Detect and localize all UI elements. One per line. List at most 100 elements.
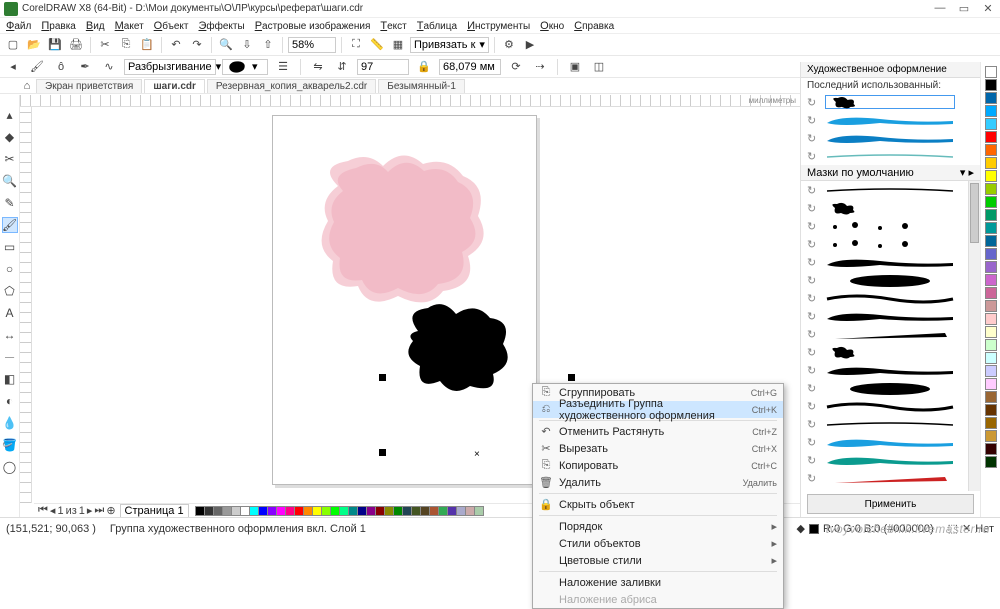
ctx-item[interactable]: Наложение заливки: [533, 574, 783, 591]
ctx-item[interactable]: 🗑УдалитьУдалить: [533, 474, 783, 491]
brush-icon[interactable]: 🖌: [28, 58, 46, 76]
spray-icon[interactable]: ô: [52, 58, 70, 76]
color-swatch[interactable]: [474, 506, 484, 516]
rotate-icon[interactable]: ⟳: [507, 58, 525, 76]
color-swatch[interactable]: [985, 274, 997, 286]
ctx-item[interactable]: Стили объектов▸: [533, 535, 783, 552]
ctx-item[interactable]: ⎌Разъединить Группа художественного офор…: [533, 401, 783, 418]
wrap-icon[interactable]: ▣: [566, 58, 584, 76]
options-icon[interactable]: ⚙: [500, 36, 518, 54]
brush-row[interactable]: ↻: [801, 415, 980, 433]
brush-row[interactable]: ↻: [801, 181, 980, 199]
undo-icon[interactable]: ↶: [167, 36, 185, 54]
shape-tool[interactable]: ◆: [2, 129, 18, 145]
brush-row[interactable]: ↻: [801, 217, 980, 235]
brush-row[interactable]: ↻: [801, 271, 980, 289]
ctx-item[interactable]: ↶Отменить РастянутьCtrl+Z: [533, 423, 783, 440]
brush-preview[interactable]: ▾: [222, 59, 268, 75]
ctx-item[interactable]: ⎘КопироватьCtrl+C: [533, 457, 783, 474]
rectangle-tool[interactable]: ▭: [2, 239, 18, 255]
redo-icon[interactable]: ↷: [188, 36, 206, 54]
brush-row[interactable]: ↻: [801, 199, 980, 217]
ellipse-tool[interactable]: ○: [2, 261, 18, 277]
color-swatch[interactable]: [985, 183, 997, 195]
rulers-icon[interactable]: 📏: [368, 36, 386, 54]
menu-Справка[interactable]: Справка: [574, 20, 614, 32]
import-icon[interactable]: ⇩: [238, 36, 256, 54]
new-icon[interactable]: ▢: [4, 36, 22, 54]
brush-row[interactable]: ↻: [801, 325, 980, 343]
snap-dropdown[interactable]: Привязать к▾: [410, 37, 489, 53]
ctx-item[interactable]: Порядок▸: [533, 518, 783, 535]
brush-row[interactable]: ↻: [801, 253, 980, 271]
doc-tab[interactable]: Безымянный-1: [378, 79, 465, 93]
text-tool[interactable]: A: [2, 305, 18, 321]
color-swatch[interactable]: [985, 261, 997, 273]
maximize-button[interactable]: ▭: [956, 2, 972, 15]
menu-Эффекты[interactable]: Эффекты: [199, 20, 245, 32]
zoom-combo[interactable]: 58%: [288, 37, 336, 53]
ruler-horizontal[interactable]: миллиметры: [20, 95, 800, 107]
ctx-item[interactable]: Цветовые стили▸: [533, 552, 783, 569]
brush-row[interactable]: ↻: [801, 93, 980, 111]
open-icon[interactable]: 📂: [25, 36, 43, 54]
ruler-vertical[interactable]: [20, 107, 32, 503]
color-swatch[interactable]: [985, 92, 997, 104]
transparency-tool[interactable]: ◐: [2, 393, 18, 409]
color-swatch[interactable]: [985, 66, 997, 78]
color-swatch[interactable]: [985, 378, 997, 390]
color-swatch[interactable]: [985, 144, 997, 156]
color-swatch[interactable]: [985, 105, 997, 117]
doc-tab[interactable]: Резервная_копия_акварель2.cdr: [207, 79, 376, 93]
dropshadow-tool[interactable]: ◧: [2, 371, 18, 387]
color-swatch[interactable]: [985, 209, 997, 221]
zoom-tool[interactable]: 🔍: [2, 173, 18, 189]
color-swatch[interactable]: [985, 430, 997, 442]
color-swatch[interactable]: [985, 443, 997, 455]
color-swatch[interactable]: [985, 118, 997, 130]
docker-title[interactable]: Художественное оформление: [801, 62, 980, 78]
color-swatch[interactable]: [985, 365, 997, 377]
close-button[interactable]: ✕: [980, 2, 996, 15]
menu-Растровые изображения[interactable]: Растровые изображения: [255, 20, 371, 32]
color-swatch[interactable]: [985, 300, 997, 312]
artistic-media-tool[interactable]: 🖌: [2, 217, 18, 233]
color-swatch[interactable]: [985, 196, 997, 208]
color-swatch[interactable]: [985, 417, 997, 429]
color-swatch[interactable]: [985, 131, 997, 143]
doc-tab[interactable]: шаги.cdr: [144, 79, 205, 93]
brush-row[interactable]: ↻: [801, 129, 980, 147]
menu-Текст[interactable]: Текст: [380, 20, 406, 32]
brush-row[interactable]: ↻: [801, 361, 980, 379]
home-icon[interactable]: ⌂: [20, 77, 34, 95]
search-icon[interactable]: 🔍: [217, 36, 235, 54]
brush-row[interactable]: ↻: [801, 469, 980, 487]
minimize-button[interactable]: —: [932, 2, 948, 15]
ctx-item[interactable]: ✂ВырезатьCtrl+X: [533, 440, 783, 457]
brush-row[interactable]: ↻: [801, 111, 980, 129]
brush-row[interactable]: ↻: [801, 307, 980, 325]
grid-icon[interactable]: ▦: [389, 36, 407, 54]
size-input[interactable]: 97: [357, 59, 409, 75]
pick-tool[interactable]: ▴: [2, 107, 18, 123]
color-swatch[interactable]: [985, 313, 997, 325]
callig-icon[interactable]: ✒: [76, 58, 94, 76]
color-swatch[interactable]: [985, 326, 997, 338]
menu-Вид[interactable]: Вид: [86, 20, 105, 32]
brush-row[interactable]: ↻: [801, 235, 980, 253]
paste-icon[interactable]: 📋: [138, 36, 156, 54]
brush-list[interactable]: ↻↻↻↻↻↻↻↻↻↻↻↻↻↻↻↻↻: [801, 181, 980, 491]
outline-tool[interactable]: ◯: [2, 459, 18, 475]
menu-Инструменты[interactable]: Инструменты: [467, 20, 530, 32]
brush-row[interactable]: ↻: [801, 379, 980, 397]
color-swatch[interactable]: [985, 170, 997, 182]
brush-row[interactable]: ↻: [801, 433, 980, 451]
color-swatch[interactable]: [985, 339, 997, 351]
style-dropdown[interactable]: Разбрызгивание▾: [124, 59, 216, 75]
list-icon[interactable]: ☰: [274, 58, 292, 76]
color-swatch[interactable]: [985, 235, 997, 247]
flip-v-icon[interactable]: ⇵: [333, 58, 351, 76]
color-swatch[interactable]: [985, 404, 997, 416]
color-swatch[interactable]: [985, 222, 997, 234]
menu-Файл[interactable]: Файл: [6, 20, 31, 32]
